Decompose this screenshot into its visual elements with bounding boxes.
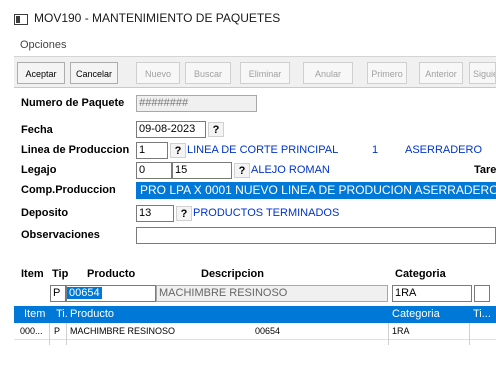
legajo-description: ALEJO ROMAN <box>251 164 330 176</box>
grid-cell-ti: P <box>54 326 61 336</box>
numero-paquete-field[interactable]: ######## <box>136 95 257 112</box>
linea-number: 1 <box>372 144 379 156</box>
table-row[interactable]: 000... P MACHIMBRE RESINOSO 00654 1RA <box>14 323 496 340</box>
eliminar-button[interactable]: Eliminar <box>240 62 290 84</box>
comp-produccion-label: Comp.Produccion <box>21 184 116 196</box>
detail-header-item: Item <box>21 268 44 280</box>
tarea-label: Tare <box>474 164 496 176</box>
anterior-button[interactable]: Anterior <box>419 62 463 84</box>
fecha-label: Fecha <box>21 124 53 136</box>
window-title: MOV190 - MANTENIMIENTO DE PAQUETES <box>34 11 281 25</box>
buscar-button[interactable]: Buscar <box>185 62 231 84</box>
comp-produccion-field[interactable]: PRO LPA X 0001 NUEVO LINEA DE PRODUCION … <box>136 182 496 199</box>
cancelar-button[interactable]: Cancelar <box>70 62 118 84</box>
legajo-field-2[interactable]: 15 <box>172 162 232 179</box>
linea-extra: ASERRADERO <box>405 144 483 156</box>
detail-header-categoria: Categoria <box>395 268 446 280</box>
nuevo-button[interactable]: Nuevo <box>136 62 180 84</box>
detail-tip-field[interactable]: P <box>50 285 66 302</box>
aceptar-button[interactable]: Aceptar <box>17 62 65 84</box>
grid-cell-codigo: 00654 <box>255 326 281 336</box>
grid-col-categoria[interactable]: Categoria <box>392 308 440 320</box>
grid-col-item[interactable]: Item <box>24 308 45 320</box>
detail-descripcion-field[interactable]: MACHIMBRE RESINOSO <box>156 285 388 302</box>
detail-header-producto: Producto <box>87 268 136 280</box>
grid-header: Item Ti. Producto Categoria Ti... <box>14 306 496 323</box>
grid-divider <box>66 323 67 345</box>
anular-button[interactable]: Anular <box>303 62 353 84</box>
deposito-label: Deposito <box>21 207 69 219</box>
grid-col-ti2[interactable]: Ti... <box>473 308 491 320</box>
grid-col-producto[interactable]: Producto <box>70 308 114 320</box>
grid-divider <box>49 323 50 345</box>
legajo-field-1[interactable]: 0 <box>136 162 172 179</box>
fecha-field[interactable]: 09-08-2023 <box>136 121 206 138</box>
grid-divider <box>388 323 389 345</box>
numero-paquete-label: Numero de Paquete <box>21 97 125 109</box>
grid-col-ti[interactable]: Ti. <box>56 308 68 320</box>
detail-categoria-field[interactable]: 1RA <box>392 285 472 302</box>
deposito-description: PRODUCTOS TERMINADOS <box>193 207 340 219</box>
linea-label: Linea de Produccion <box>21 144 130 156</box>
observaciones-field[interactable] <box>136 227 496 244</box>
grid-cell-item: 000... <box>20 326 43 336</box>
detail-header-tip: Tip <box>52 268 69 280</box>
fecha-lookup-button[interactable]: ? <box>208 122 224 137</box>
window-icon <box>14 14 28 25</box>
linea-description: LINEA DE CORTE PRINCIPAL <box>187 144 339 156</box>
deposito-lookup-button[interactable]: ? <box>176 206 192 221</box>
detail-extra-field[interactable] <box>474 285 490 302</box>
deposito-field[interactable]: 13 <box>136 205 174 222</box>
detail-header-descripcion: Descripcion <box>201 268 264 280</box>
grid-divider <box>469 323 470 345</box>
menu-opciones[interactable]: Opciones <box>20 39 66 51</box>
legajo-lookup-button[interactable]: ? <box>234 163 250 178</box>
grid-cell-categoria: 1RA <box>392 326 410 336</box>
linea-field[interactable]: 1 <box>136 142 168 159</box>
grid-cell-producto: MACHIMBRE RESINOSO <box>70 326 176 336</box>
detail-producto-field[interactable]: 00654 <box>66 285 156 302</box>
detail-producto-selected: 00654 <box>67 287 102 299</box>
observaciones-label: Observaciones <box>21 229 100 241</box>
siguiente-button[interactable]: Siguie <box>469 62 496 84</box>
primero-button[interactable]: Primero <box>367 62 407 84</box>
legajo-label: Legajo <box>21 164 57 176</box>
linea-lookup-button[interactable]: ? <box>170 143 186 158</box>
menu-bar: Opciones <box>14 35 496 55</box>
